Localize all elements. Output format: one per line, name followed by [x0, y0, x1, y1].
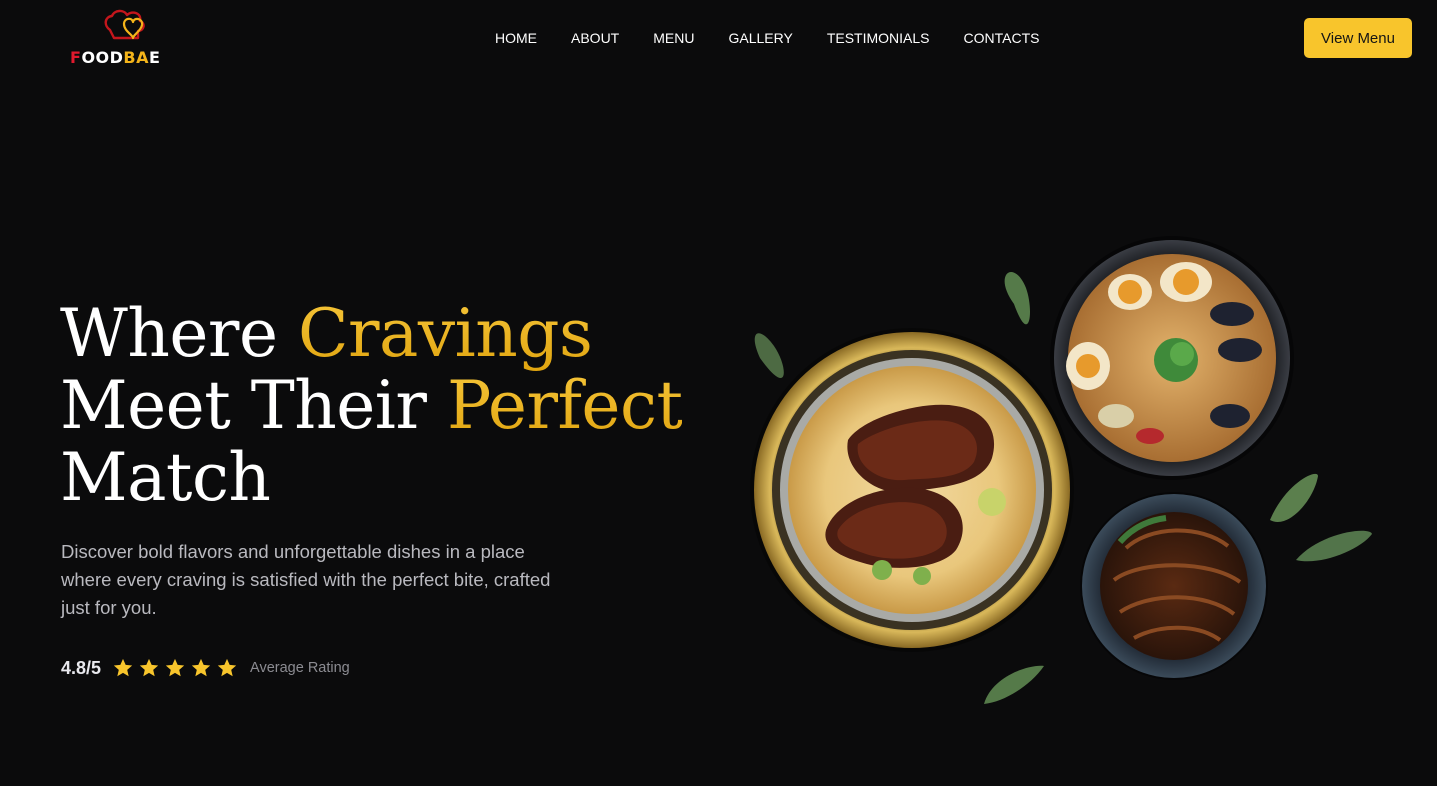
headline-line-3: Match: [60, 439, 271, 516]
star-icon: [139, 658, 159, 677]
headline-line-1: Where Cravings: [60, 295, 593, 372]
rating-row: 4.8/5 Average Rating: [61, 655, 350, 681]
nav-home[interactable]: HOME: [494, 28, 538, 48]
hero-headline: Where Cravings Meet Their Perfect Match: [60, 298, 720, 514]
star-icon: [113, 658, 133, 677]
ramen-bowl: [1050, 236, 1294, 480]
biryani-plate: [750, 328, 1074, 652]
nav-contacts[interactable]: CONTACTS: [963, 28, 1041, 48]
headline-line-2: Meet Their Perfect: [60, 367, 683, 444]
star-icon: [165, 658, 185, 677]
nav-about[interactable]: ABOUT: [570, 28, 620, 48]
brand-name: FOODBAE: [70, 48, 161, 67]
main-nav: HOME ABOUT MENU GALLERY TESTIMONIALS CON…: [494, 28, 1040, 48]
food-showcase-image: [750, 236, 1372, 704]
nav-menu[interactable]: MENU: [652, 28, 695, 48]
nav-gallery[interactable]: GALLERY: [727, 28, 793, 48]
brand-logo[interactable]: FOODBAE: [70, 8, 182, 70]
nav-testimonials[interactable]: TESTIMONIALS: [826, 28, 931, 48]
star-icon: [217, 658, 237, 677]
landing-page: FOODBAE HOME ABOUT MENU GALLERY TESTIMON…: [0, 0, 1437, 786]
view-menu-button[interactable]: View Menu: [1304, 18, 1412, 58]
rating-stars: [112, 657, 238, 679]
hero-description: Discover bold flavors and unforgettable …: [61, 541, 551, 618]
noodle-bowl: [1080, 492, 1268, 680]
chef-hat-heart-icon: [104, 9, 145, 40]
rating-value: 4.8/5: [61, 657, 102, 678]
rating-label: Average Rating: [250, 660, 350, 676]
star-icon: [191, 658, 211, 677]
